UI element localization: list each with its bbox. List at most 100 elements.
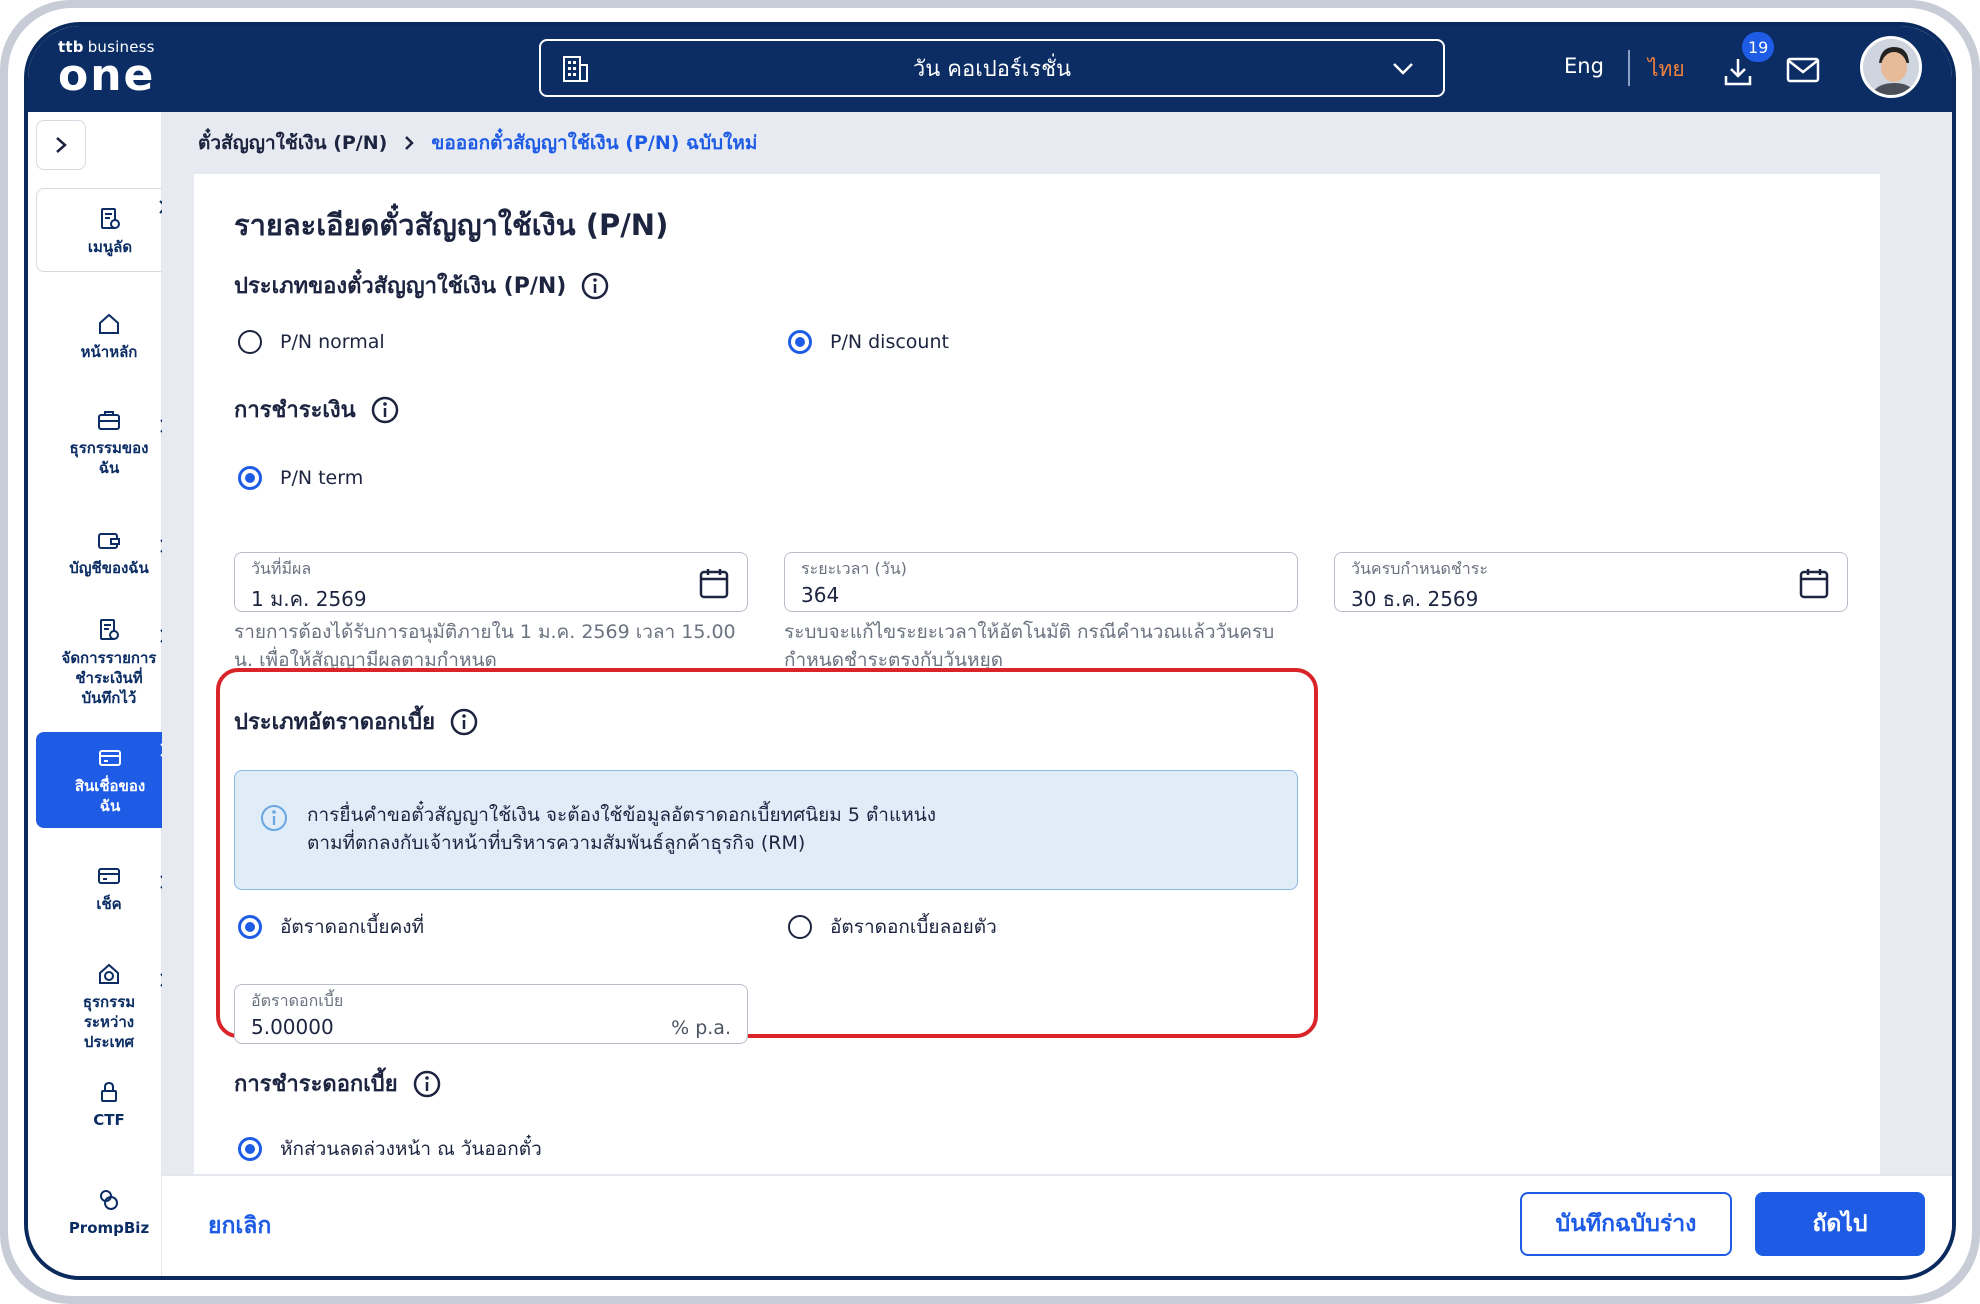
radio-floating-rate[interactable]: อัตราดอกเบี้ยลอยตัว: [788, 912, 997, 942]
radio-label: P/N term: [280, 467, 364, 489]
sidebar-item-label: จัดการรายการชำระเงินที่บันทึกไว้: [61, 649, 157, 707]
app-screen: ttb business one วัน คอเปอร์เรชั่น Eng ไ…: [24, 22, 1956, 1280]
sidebar-item-label: เช็ค: [96, 895, 122, 913]
radio-circle-selected[interactable]: [238, 1137, 262, 1161]
radio-circle-selected[interactable]: [238, 466, 262, 490]
download-count-badge: 19: [1742, 32, 1775, 62]
lang-divider: [1628, 50, 1630, 86]
chevron-down-icon: [1393, 63, 1413, 75]
breadcrumb-parent-link[interactable]: ตั๋วสัญญาใช้เงิน (P/N): [198, 128, 387, 158]
calendar-icon[interactable]: [1799, 567, 1829, 599]
field-value: 30 ธ.ค. 2569: [1351, 587, 1479, 611]
due-date-field[interactable]: วันครบกำหนดชำระ 30 ธ.ค. 2569: [1334, 552, 1848, 612]
section-title: การชำระดอกเบี้ย: [234, 1072, 398, 1097]
section-title: ประเภทของตั๋วสัญญาใช้เงิน (P/N): [234, 274, 567, 299]
info-icon[interactable]: [370, 395, 400, 425]
radio-circle[interactable]: [788, 915, 812, 939]
app-logo[interactable]: ttb business one: [58, 38, 156, 101]
lang-thai-button[interactable]: ไทย: [1648, 53, 1685, 86]
chevron-right-icon: [56, 137, 67, 153]
lang-eng-button[interactable]: Eng: [1564, 54, 1604, 78]
field-label: อัตราดอกเบี้ย: [251, 991, 344, 1010]
effective-date-hint: รายการต้องได้รับการอนุมัติภายใน 1 ม.ค. 2…: [234, 621, 736, 671]
sidebar-toggle-button[interactable]: [36, 120, 86, 170]
field-unit: % p.a.: [671, 1017, 731, 1039]
section-title: ประเภทอัตราดอกเบี้ย: [234, 710, 435, 735]
lock-icon: [101, 1081, 117, 1102]
sidebar-item-label: หน้าหลัก: [80, 343, 138, 361]
info-icon[interactable]: [580, 271, 610, 301]
mail-icon[interactable]: [1786, 56, 1820, 84]
sidebar-item-label: ธุรกรรมระหว่างประเทศ: [82, 993, 136, 1051]
sidebar-item-label: CTF: [93, 1111, 125, 1129]
breadcrumb-current: ขอออกตั๋วสัญญาใช้เงิน (P/N) ฉบับใหม่: [431, 132, 758, 154]
main-content: รายละเอียดตั๋วสัญญาใช้เงิน (P/N) ประเภทข…: [162, 174, 1952, 1174]
cheque-icon: [98, 868, 120, 884]
sidebar-item-label: สินเชื่อของฉัน: [74, 777, 146, 815]
duration-field[interactable]: ระยะเวลา (วัน) 364: [784, 552, 1298, 612]
sidebar-item-label: PrompBiz: [68, 1219, 150, 1237]
radio-label: P/N discount: [830, 331, 949, 353]
radio-label: หักส่วนลดล่วงหน้า ณ วันออกตั๋ว: [280, 1138, 542, 1160]
effective-date-field[interactable]: วันที่มีผล 1 ม.ค. 2569: [234, 552, 748, 612]
home-icon: [99, 313, 119, 334]
notice-text: การยื่นคำขอตั๋วสัญญาใช้เงิน จะต้องใช้ข้อ…: [307, 801, 936, 857]
download-icon[interactable]: [1722, 56, 1754, 88]
field-value: 364: [801, 583, 840, 607]
payment-heading: การชำระเงิน: [234, 392, 400, 427]
info-icon[interactable]: [412, 1069, 442, 1099]
duration-hint: ระบบจะแก้ไขระยะเวลาให้อัตโนมัติ กรณีคำนว…: [784, 621, 1275, 671]
radio-pn-term[interactable]: P/N term: [238, 466, 363, 490]
field-label: วันครบกำหนดชำระ: [1351, 559, 1488, 578]
pn-type-heading: ประเภทของตั๋วสัญญาใช้เงิน (P/N): [234, 268, 610, 303]
briefcase-icon: [98, 411, 120, 430]
document-icon: [100, 619, 119, 640]
sidebar-item-label: ธุรกรรมของฉัน: [69, 439, 149, 477]
field-value: 1 ม.ค. 2569: [251, 587, 367, 611]
avatar[interactable]: [1860, 36, 1922, 98]
logo-wordmark: one: [58, 50, 156, 101]
notice-line: การยื่นคำขอตั๋วสัญญาใช้เงิน จะต้องใช้ข้อ…: [307, 804, 937, 826]
sidebar-item-label: เมนูลัด: [87, 238, 133, 256]
info-icon[interactable]: [449, 707, 479, 737]
field-value: 5.00000: [251, 1015, 334, 1039]
info-icon: [261, 805, 287, 831]
radio-pn-normal[interactable]: P/N normal: [238, 330, 385, 354]
footer-bar: ยกเลิก บันทึกฉบับร่าง ถัดไป: [162, 1174, 1952, 1276]
interest-rate-field[interactable]: อัตราดอกเบี้ย 5.00000 % p.a.: [234, 984, 748, 1044]
sidebar: เมนูลัด หน้าหลัก ธุรกรรมของฉัน บัญชีของฉ…: [28, 112, 184, 1276]
radio-label: อัตราดอกเบี้ยคงที่: [280, 916, 425, 938]
calendar-icon[interactable]: [699, 567, 729, 599]
radio-fixed-rate[interactable]: อัตราดอกเบี้ยคงที่: [238, 912, 424, 942]
top-header: ttb business one วัน คอเปอร์เรชั่น Eng ไ…: [28, 26, 1952, 112]
company-name: วัน คอเปอร์เรชั่น: [912, 56, 1072, 82]
radio-label: P/N normal: [280, 331, 385, 353]
interest-type-heading: ประเภทอัตราดอกเบี้ย: [234, 704, 479, 739]
radio-circle[interactable]: [238, 330, 262, 354]
company-selector[interactable]: วัน คอเปอร์เรชั่น: [539, 39, 1445, 97]
save-draft-button[interactable]: บันทึกฉบับร่าง: [1520, 1192, 1732, 1256]
breadcrumb: ตั๋วสัญญาใช้เงิน (P/N) ขอออกตั๋วสัญญาใช้…: [162, 112, 1952, 174]
radio-circle-selected[interactable]: [238, 915, 262, 939]
chevron-right-icon: [405, 136, 415, 150]
field-label: วันที่มีผล: [251, 559, 312, 578]
section-title: การชำระเงิน: [234, 398, 356, 423]
shortcut-icon: [101, 208, 120, 229]
loan-icon: [99, 750, 121, 766]
notice-line: ตามที่ตกลงกับเจ้าหน้าที่บริหารความสัมพัน…: [307, 832, 806, 854]
page-title: รายละเอียดตั๋วสัญญาใช้เงิน (P/N): [234, 208, 669, 242]
building-icon: [563, 56, 588, 82]
field-label: ระยะเวลา (วัน): [801, 559, 907, 578]
cancel-button[interactable]: ยกเลิก: [208, 1208, 271, 1244]
international-icon: [99, 963, 119, 984]
radio-pn-discount[interactable]: P/N discount: [788, 330, 949, 354]
radio-label: อัตราดอกเบี้ยลอยตัว: [830, 916, 997, 938]
sidebar-item-label: บัญชีของฉัน: [69, 559, 149, 577]
radio-discount-upfront[interactable]: หักส่วนลดล่วงหน้า ณ วันออกตั๋ว: [238, 1134, 542, 1164]
interest-notice: การยื่นคำขอตั๋วสัญญาใช้เงิน จะต้องใช้ข้อ…: [234, 770, 1298, 890]
radio-circle-selected[interactable]: [788, 330, 812, 354]
form-card: รายละเอียดตั๋วสัญญาใช้เงิน (P/N) ประเภทข…: [194, 174, 1880, 1174]
next-button[interactable]: ถัดไป: [1755, 1192, 1925, 1256]
user-avatar-icon: [1863, 39, 1919, 95]
wallet-icon: [98, 533, 120, 549]
